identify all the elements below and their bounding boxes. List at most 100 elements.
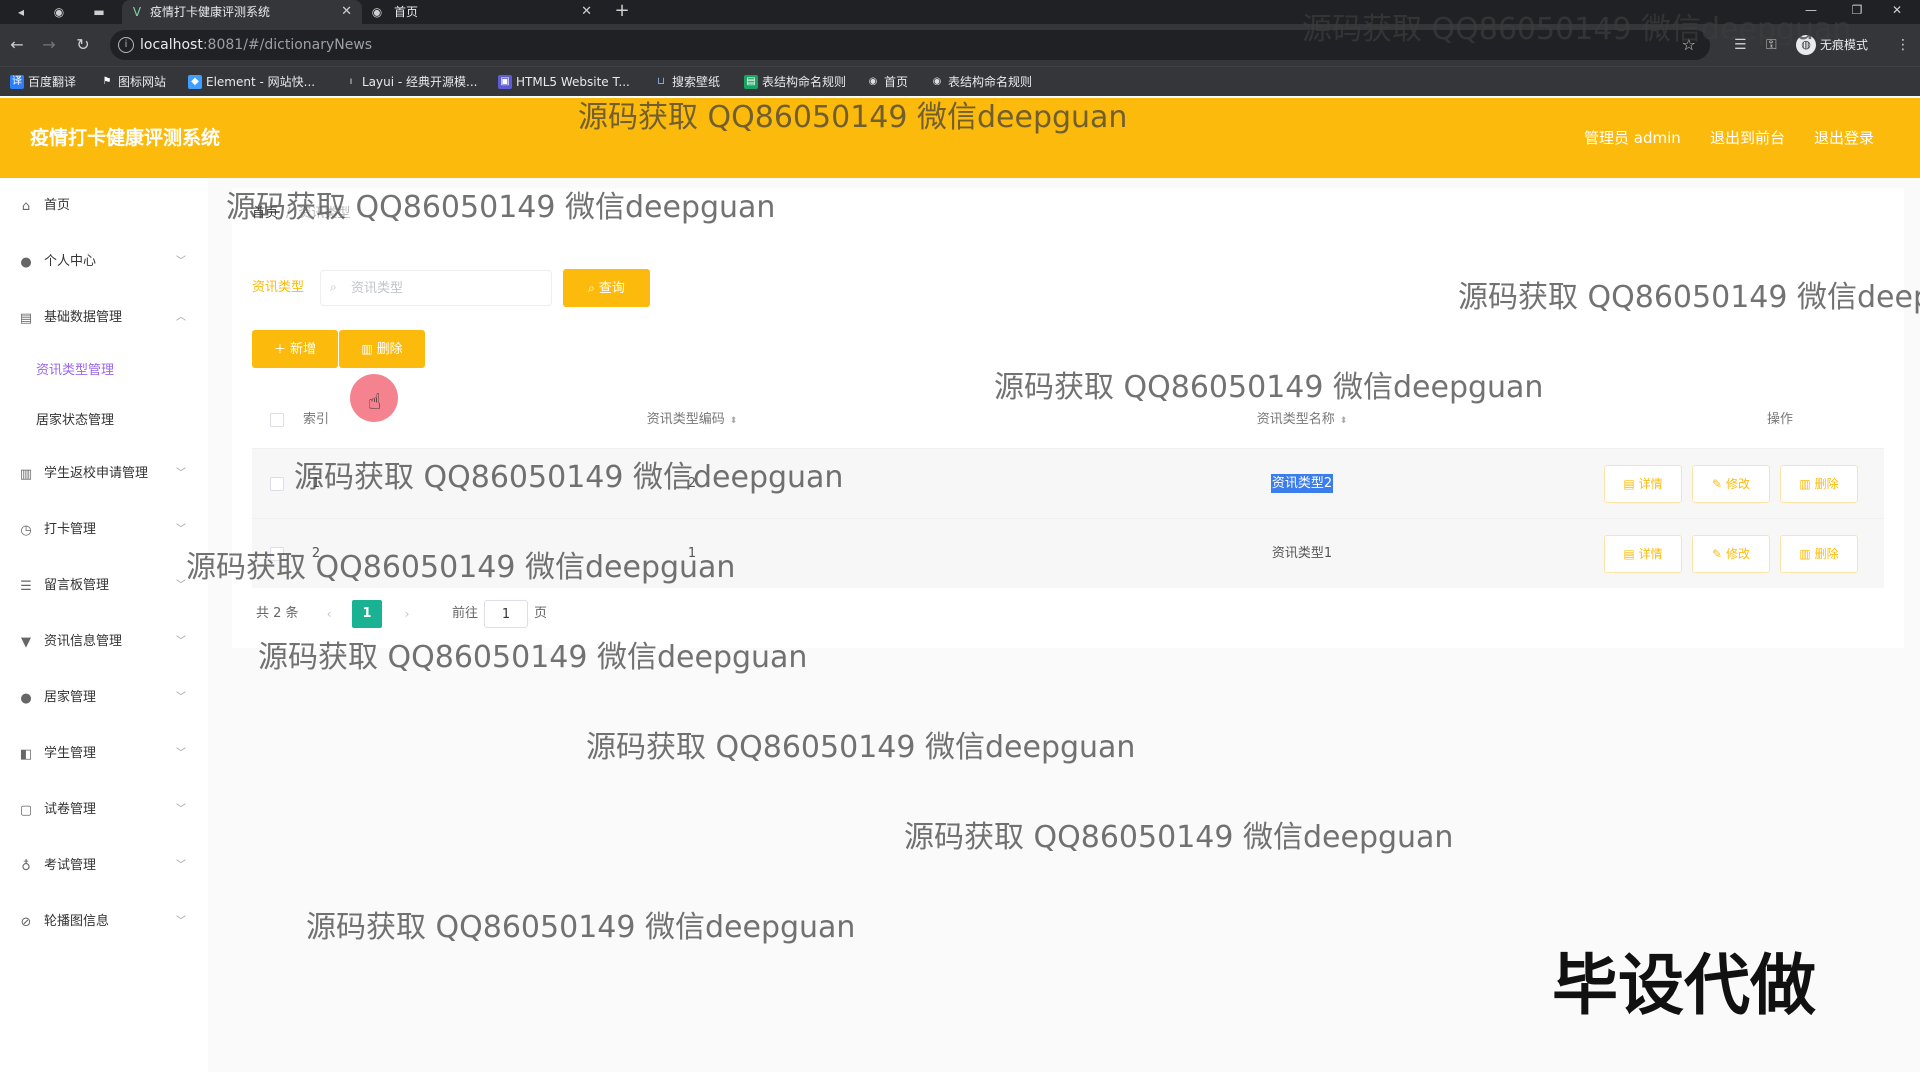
flag-icon: ⚑ (102, 76, 112, 87)
clock-icon: ◷ (20, 523, 32, 538)
reading-list-icon[interactable]: ☰ (1734, 34, 1747, 56)
student-icon: ◧ (19, 747, 33, 762)
close-tab-icon[interactable]: ✕ (581, 0, 592, 24)
tab-home[interactable]: ◉ 首页 ✕ (362, 0, 602, 24)
breadcrumb: 首页 / 资讯类型 (252, 206, 351, 221)
watermark-text: 源码获取 QQ86050149 微信deepguan (586, 730, 1136, 765)
person-icon: ● (20, 691, 32, 706)
row-name: 资讯类型2 (1270, 474, 1334, 493)
forward-icon[interactable]: → (38, 34, 60, 56)
chevron-down-icon: ﹀ (176, 524, 186, 535)
sidebar-item-basic-data[interactable]: ▤ 基础数据管理 ︿ (0, 290, 208, 346)
sidebar-subitem-news-type[interactable]: 资讯类型管理 (0, 346, 208, 396)
sidebar-item-home[interactable]: ⌂ 首页 (0, 178, 208, 234)
mic-icon: ♁ (21, 859, 31, 874)
close-window-icon[interactable]: ✕ (1874, 0, 1920, 24)
edit-button[interactable]: ✎ 修改 (1692, 465, 1770, 503)
exit-to-front-link[interactable]: 退出到前台 (1710, 98, 1785, 178)
browser-nav-bar: ← → ↻ i localhost:8081/#/dictionaryNews … (0, 24, 1920, 66)
chevron-down-icon: ﹀ (176, 580, 186, 591)
bookmark-item[interactable]: ◉ 首页 (864, 67, 908, 97)
sidebar-item-messages[interactable]: ☰ 留言板管理 ﹀ (0, 558, 208, 614)
trash-icon: ▥ (361, 342, 373, 356)
bookmark-star-icon[interactable]: ☆ (1682, 35, 1696, 54)
detail-button[interactable]: ▤ 详情 (1604, 465, 1682, 503)
watermark-text: 源码获取 QQ86050149 微信deepguan (904, 820, 1454, 855)
add-button[interactable]: ＋新增 (252, 330, 338, 368)
admin-label: 管理员 admin (1584, 129, 1681, 147)
table-row: 2 1 资讯类型1 ▤ 详情 ✎ 修改 ▥ 删除 (252, 518, 1884, 588)
query-button[interactable]: ⌕ 查询 (563, 269, 650, 307)
sidebar-item-students[interactable]: ◧ 学生管理 ﹀ (0, 726, 208, 782)
browser-icon[interactable]: ◉ (50, 3, 68, 21)
hand-cursor-icon: ☝ (368, 390, 382, 415)
bookmark-item[interactable]: 译百度翻译 (8, 67, 76, 97)
next-page-button[interactable]: › (392, 600, 422, 628)
chevron-down-icon: ﹀ (176, 636, 186, 647)
trash-icon: ▥ (1799, 547, 1811, 561)
image-icon: ⊘ (20, 915, 32, 930)
tab-app[interactable]: V 疫情打卡健康评测系统 ✕ (122, 0, 362, 24)
pin-icon: ▼ (21, 635, 31, 650)
speaker-icon[interactable]: ◂ (12, 3, 30, 21)
element-icon: ◆ (188, 75, 202, 89)
sidebar-item-news[interactable]: ▼ 资讯信息管理 ﹀ (0, 614, 208, 670)
list-icon: ☰ (20, 579, 32, 594)
row-name: 资讯类型1 (1271, 546, 1333, 561)
row-delete-button[interactable]: ▥ 删除 (1780, 465, 1858, 503)
sidebar-item-papers[interactable]: ▢ 试卷管理 ﹀ (0, 782, 208, 838)
breadcrumb-home[interactable]: 首页 (252, 206, 278, 221)
new-tab-button[interactable]: + (610, 0, 634, 24)
wallpaper-icon: ⊔ (657, 76, 665, 87)
logout-link[interactable]: 退出登录 (1814, 98, 1874, 178)
minimize-icon[interactable]: — (1788, 0, 1834, 24)
prev-page-button[interactable]: ‹ (314, 600, 344, 628)
sidebar-item-profile[interactable]: ● 个人中心 ﹀ (0, 234, 208, 290)
row-index: 1 (311, 476, 321, 491)
bookmark-item[interactable]: ◉ 表结构命名规则 (928, 67, 1032, 97)
more-menu-icon[interactable]: ⋮ (1896, 34, 1910, 56)
globe-icon: ◉ (868, 76, 878, 87)
row-delete-button[interactable]: ▥ 删除 (1780, 535, 1858, 573)
chart-icon: ▥ (19, 467, 33, 482)
bookmark-item[interactable]: ⚑ 图标网站 (98, 67, 167, 97)
page-number-1[interactable]: 1 (352, 600, 382, 628)
sidebar: ⌂ 首页 ● 个人中心 ﹀ ▤ 基础数据管理 ︿ 资讯类型管理 居家状态管理 ▥ 学生返校申… (0, 178, 208, 1072)
browser-tab-bar: ◂ ◉ ▬ V 疫情打卡健康评测系统 ✕ ◉ 首页 ✕ + — ❐ ✕ (0, 0, 1920, 24)
sidebar-item-carousel[interactable]: ⊘ 轮播图信息 ﹀ (0, 894, 208, 950)
sidebar-subitem-home-status[interactable]: 居家状态管理 (0, 396, 208, 446)
address-bar[interactable]: i localhost:8081/#/dictionaryNews ☆ (110, 30, 1710, 60)
bookmark-item[interactable]: ı Layui - 经典开源模... (342, 67, 478, 97)
key-icon[interactable]: ⚿ (1766, 34, 1777, 56)
bookmark-item[interactable]: ▤ 表结构命名规则 (742, 67, 846, 97)
bookmark-item[interactable]: ⊔ 搜索壁纸 (652, 67, 720, 97)
row-checkbox[interactable] (270, 477, 284, 491)
search-icon: ⌕ (588, 281, 595, 295)
info-icon[interactable]: i (118, 37, 134, 53)
sidebar-item-exams[interactable]: ♁ 考试管理 ﹀ (0, 838, 208, 894)
row-index: 2 (311, 546, 321, 561)
filter-label: 资讯类型 (252, 280, 305, 295)
sidebar-item-checkin[interactable]: ◷ 打卡管理 ﹀ (0, 502, 208, 558)
back-icon[interactable]: ← (6, 34, 28, 56)
chevron-up-icon: ︿ (176, 312, 186, 323)
sidebar-item-return-apply[interactable]: ▥ 学生返校申请管理 ﹀ (0, 446, 208, 502)
row-checkbox[interactable] (270, 547, 284, 561)
news-type-search-input[interactable] (320, 270, 552, 306)
window-icon[interactable]: ▬ (90, 3, 108, 21)
incognito-indicator[interactable]: ◍ 无痕模式 (1796, 35, 1868, 55)
edit-button[interactable]: ✎ 修改 (1692, 535, 1770, 573)
sidebar-item-home-manage[interactable]: ● 居家管理 ﹀ (0, 670, 208, 726)
reload-icon[interactable]: ↻ (72, 34, 94, 56)
detail-button[interactable]: ▤ 详情 (1604, 535, 1682, 573)
bookmark-item[interactable]: ◆ Element - 网站快... (186, 67, 315, 97)
column-header-name[interactable]: 资讯类型名称 ⬍ (1152, 392, 1452, 448)
chevron-down-icon: ﹀ (176, 468, 186, 479)
delete-button[interactable]: ▥ 删除 (339, 330, 425, 368)
goto-page-input[interactable] (484, 600, 528, 628)
column-header-code[interactable]: 资讯类型编码 ⬍ (552, 392, 832, 448)
close-tab-icon[interactable]: ✕ (341, 0, 352, 24)
select-all-checkbox[interactable] (270, 413, 284, 427)
bookmark-item[interactable]: ▣ HTML5 Website T... (496, 67, 630, 97)
app-title: 疫情打卡健康评测系统 (30, 127, 221, 149)
